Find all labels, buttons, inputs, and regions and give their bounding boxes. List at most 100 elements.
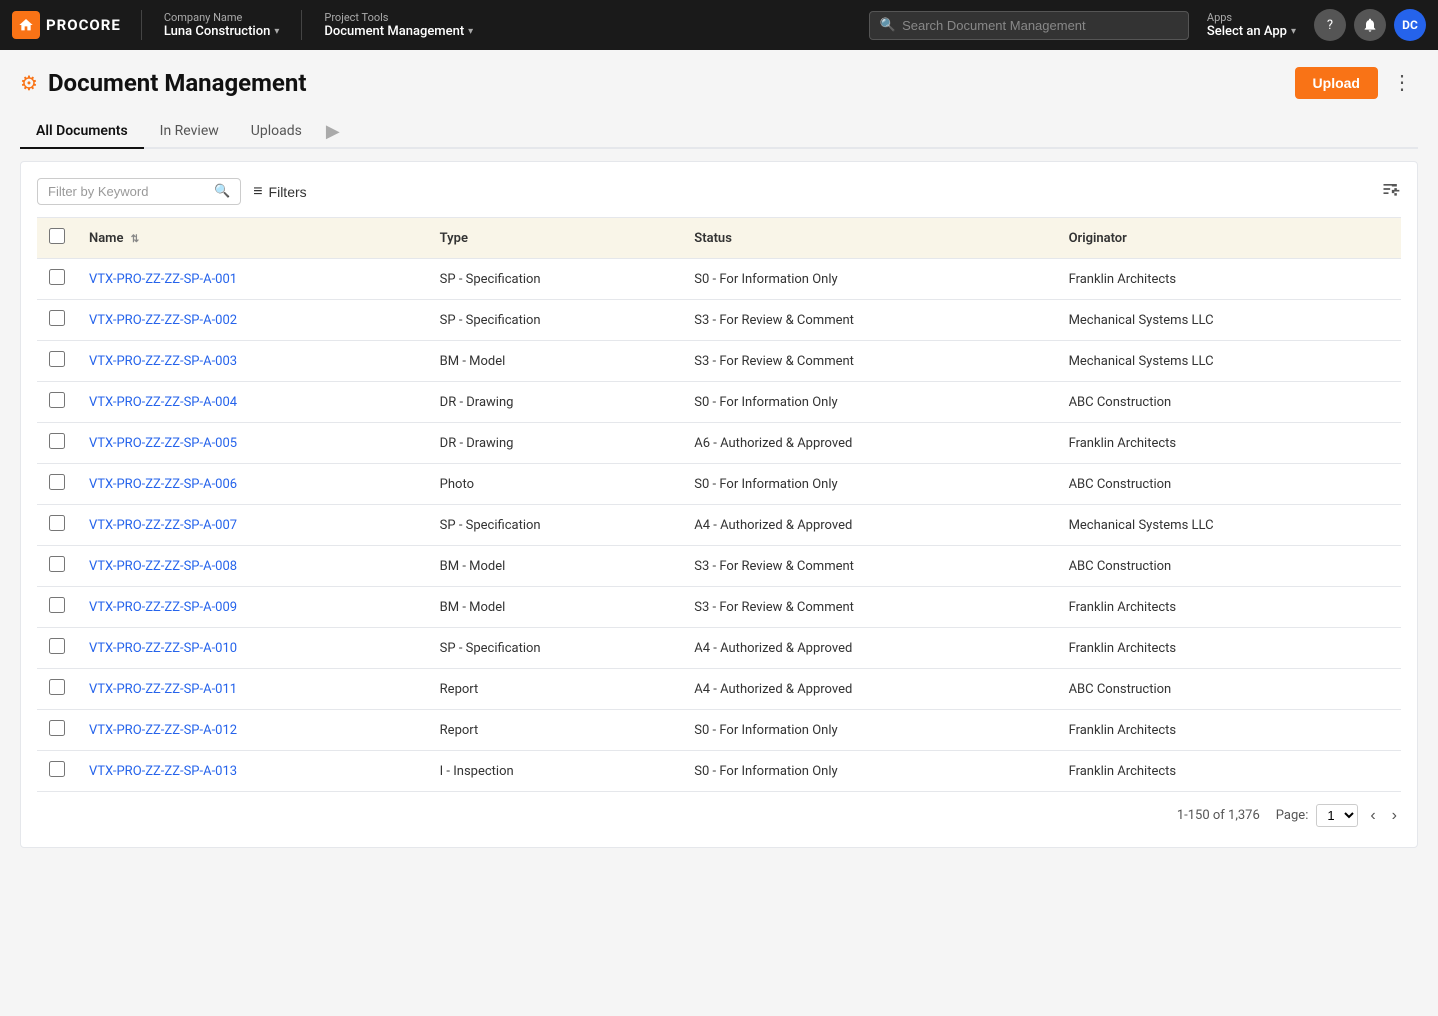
document-link-12[interactable]: VTX-PRO-ZZ-ZZ-SP-A-013 — [89, 764, 237, 779]
row-originator-cell: Mechanical Systems LLC — [1057, 505, 1401, 546]
document-link-0[interactable]: VTX-PRO-ZZ-ZZ-SP-A-001 — [89, 272, 237, 287]
row-checkbox-0[interactable] — [49, 269, 65, 285]
project-nav[interactable]: Project Tools Document Management ▾ — [314, 7, 483, 43]
row-originator-cell: ABC Construction — [1057, 546, 1401, 587]
company-nav[interactable]: Company Name Luna Construction ▾ — [154, 7, 290, 43]
row-checkbox-cell[interactable] — [37, 382, 77, 423]
user-avatar[interactable]: DC — [1394, 9, 1426, 41]
document-link-3[interactable]: VTX-PRO-ZZ-ZZ-SP-A-004 — [89, 395, 237, 410]
document-link-9[interactable]: VTX-PRO-ZZ-ZZ-SP-A-010 — [89, 641, 237, 656]
topbar-divider-2 — [301, 10, 302, 40]
document-link-4[interactable]: VTX-PRO-ZZ-ZZ-SP-A-005 — [89, 436, 237, 451]
row-checkbox-9[interactable] — [49, 638, 65, 654]
document-link-8[interactable]: VTX-PRO-ZZ-ZZ-SP-A-009 — [89, 600, 237, 615]
help-button[interactable]: ? — [1314, 9, 1346, 41]
row-status-cell: A6 - Authorized & Approved — [682, 423, 1056, 464]
row-checkbox-4[interactable] — [49, 433, 65, 449]
document-link-5[interactable]: VTX-PRO-ZZ-ZZ-SP-A-006 — [89, 477, 237, 492]
topbar-divider-1 — [141, 10, 142, 40]
tab-all-documents[interactable]: All Documents — [20, 115, 144, 149]
page-header-actions: Upload ⋮ — [1295, 66, 1418, 99]
row-checkbox-1[interactable] — [49, 310, 65, 326]
row-checkbox-5[interactable] — [49, 474, 65, 490]
table-row: VTX-PRO-ZZ-ZZ-SP-A-003 BM - Model S3 - F… — [37, 341, 1401, 382]
logo[interactable]: PROCORE — [12, 11, 121, 39]
row-originator-cell: Franklin Architects — [1057, 587, 1401, 628]
table-row: VTX-PRO-ZZ-ZZ-SP-A-007 SP - Specificatio… — [37, 505, 1401, 546]
row-name-cell: VTX-PRO-ZZ-ZZ-SP-A-005 — [77, 423, 428, 464]
tab-uploads[interactable]: Uploads — [235, 115, 318, 149]
notifications-button[interactable] — [1354, 9, 1386, 41]
row-checkbox-cell[interactable] — [37, 710, 77, 751]
row-type-cell: SP - Specification — [428, 628, 683, 669]
row-checkbox-8[interactable] — [49, 597, 65, 613]
prev-page-button[interactable]: ‹ — [1366, 805, 1379, 827]
filters-button[interactable]: ≡ Filters — [253, 183, 306, 201]
apps-nav[interactable]: Apps Select an App ▾ — [1197, 7, 1306, 43]
next-page-button[interactable]: › — [1388, 805, 1401, 827]
row-checkbox-cell[interactable] — [37, 341, 77, 382]
document-link-7[interactable]: VTX-PRO-ZZ-ZZ-SP-A-008 — [89, 559, 237, 574]
filters-icon: ≡ — [253, 183, 262, 201]
table-row: VTX-PRO-ZZ-ZZ-SP-A-004 DR - Drawing S0 -… — [37, 382, 1401, 423]
row-checkbox-cell[interactable] — [37, 751, 77, 792]
page-header: ⚙ Document Management Upload ⋮ — [20, 66, 1418, 99]
row-checkbox-6[interactable] — [49, 515, 65, 531]
pagination: 1-150 of 1,376 Page: 1 2 3 ‹ › — [37, 792, 1401, 831]
select-all-header[interactable] — [37, 218, 77, 259]
page-content: ⚙ Document Management Upload ⋮ All Docum… — [0, 50, 1438, 864]
row-name-cell: VTX-PRO-ZZ-ZZ-SP-A-002 — [77, 300, 428, 341]
row-checkbox-10[interactable] — [49, 679, 65, 695]
row-checkbox-cell[interactable] — [37, 300, 77, 341]
upload-button[interactable]: Upload — [1295, 67, 1378, 99]
document-link-11[interactable]: VTX-PRO-ZZ-ZZ-SP-A-012 — [89, 723, 237, 738]
cursor-indicator: ▶ — [326, 121, 340, 142]
row-checkbox-cell[interactable] — [37, 628, 77, 669]
document-link-2[interactable]: VTX-PRO-ZZ-ZZ-SP-A-003 — [89, 354, 237, 369]
column-header-name[interactable]: Name ⇅ — [77, 218, 428, 259]
apps-value: Select an App ▾ — [1207, 24, 1296, 39]
row-checkbox-cell[interactable] — [37, 259, 77, 300]
keyword-filter-input[interactable] — [48, 184, 208, 199]
page-select[interactable]: 1 2 3 — [1316, 804, 1358, 827]
search-input[interactable] — [902, 12, 1178, 39]
project-label: Project Tools — [324, 11, 473, 24]
row-checkbox-2[interactable] — [49, 351, 65, 367]
row-name-cell: VTX-PRO-ZZ-ZZ-SP-A-007 — [77, 505, 428, 546]
row-status-cell: A4 - Authorized & Approved — [682, 669, 1056, 710]
company-label: Company Name — [164, 11, 280, 24]
row-type-cell: Report — [428, 710, 683, 751]
row-checkbox-cell[interactable] — [37, 587, 77, 628]
row-checkbox-cell[interactable] — [37, 423, 77, 464]
home-icon — [12, 11, 40, 39]
row-status-cell: S3 - For Review & Comment — [682, 341, 1056, 382]
row-checkbox-3[interactable] — [49, 392, 65, 408]
pagination-range: 1-150 of 1,376 — [1177, 808, 1260, 823]
column-settings-button[interactable] — [1381, 179, 1401, 204]
row-name-cell: VTX-PRO-ZZ-ZZ-SP-A-003 — [77, 341, 428, 382]
row-checkbox-cell[interactable] — [37, 669, 77, 710]
document-link-6[interactable]: VTX-PRO-ZZ-ZZ-SP-A-007 — [89, 518, 237, 533]
select-all-checkbox[interactable] — [49, 228, 65, 244]
row-checkbox-7[interactable] — [49, 556, 65, 572]
row-type-cell: SP - Specification — [428, 505, 683, 546]
row-checkbox-cell[interactable] — [37, 464, 77, 505]
document-link-1[interactable]: VTX-PRO-ZZ-ZZ-SP-A-002 — [89, 313, 237, 328]
tab-in-review[interactable]: In Review — [144, 115, 235, 149]
row-originator-cell: Franklin Architects — [1057, 751, 1401, 792]
row-checkbox-cell[interactable] — [37, 505, 77, 546]
row-originator-cell: Franklin Architects — [1057, 259, 1401, 300]
row-originator-cell: ABC Construction — [1057, 669, 1401, 710]
apps-label: Apps — [1207, 11, 1296, 24]
row-status-cell: S3 - For Review & Comment — [682, 546, 1056, 587]
more-options-button[interactable]: ⋮ — [1386, 66, 1418, 99]
row-checkbox-12[interactable] — [49, 761, 65, 777]
row-originator-cell: Franklin Architects — [1057, 423, 1401, 464]
row-name-cell: VTX-PRO-ZZ-ZZ-SP-A-001 — [77, 259, 428, 300]
row-originator-cell: Mechanical Systems LLC — [1057, 300, 1401, 341]
row-type-cell: BM - Model — [428, 341, 683, 382]
document-link-10[interactable]: VTX-PRO-ZZ-ZZ-SP-A-011 — [89, 682, 237, 697]
table-row: VTX-PRO-ZZ-ZZ-SP-A-013 I - Inspection S0… — [37, 751, 1401, 792]
row-checkbox-11[interactable] — [49, 720, 65, 736]
row-checkbox-cell[interactable] — [37, 546, 77, 587]
